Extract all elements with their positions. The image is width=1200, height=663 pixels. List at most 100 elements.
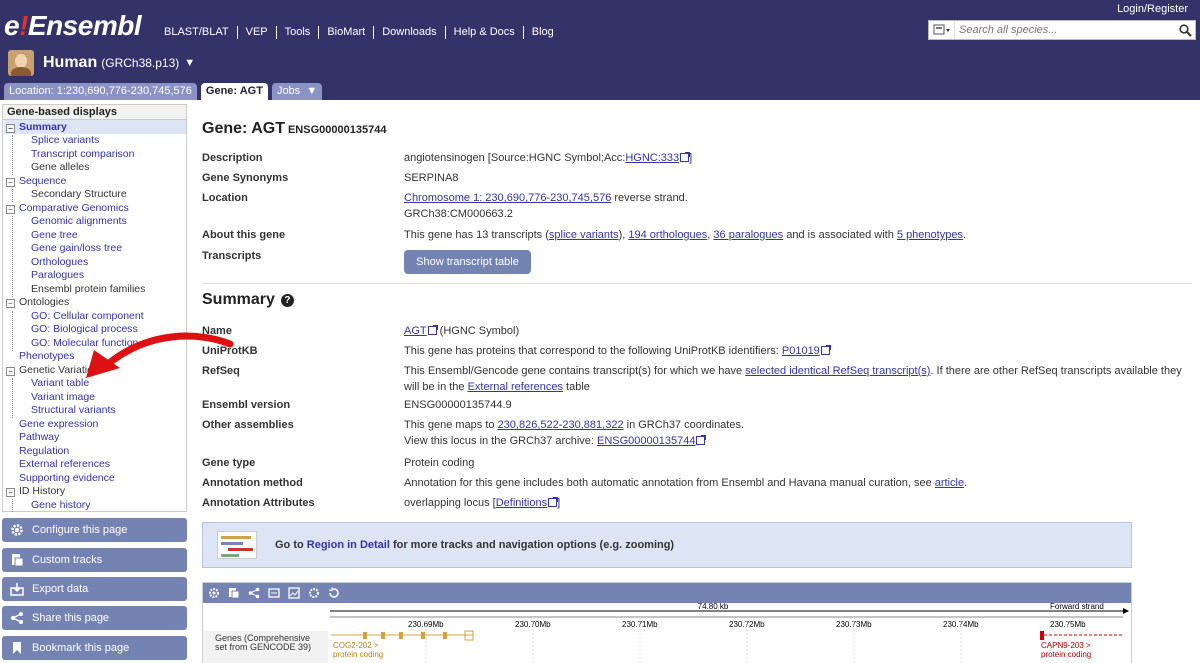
tab-location[interactable]: Location: 1:230,690,776-230,745,576 xyxy=(4,83,197,100)
region-in-detail-link[interactable]: Region in Detail xyxy=(307,539,390,551)
genome-browser-panel[interactable]: 74.80 kb Forward strand 230.69Mb 230.70M… xyxy=(202,582,1132,663)
paralogues-link[interactable]: 36 paralogues xyxy=(713,229,783,241)
tracks-icon xyxy=(10,553,24,567)
nav-gene-expression[interactable]: Gene expression xyxy=(19,418,98,431)
nav-supporting-evidence[interactable]: Supporting evidence xyxy=(19,472,115,485)
login-register-link[interactable]: Login/Register xyxy=(1117,3,1188,15)
tab-jobs[interactable]: Jobs ▼ xyxy=(271,83,323,100)
refseq-transcripts-link[interactable]: selected identical RefSeq transcript(s) xyxy=(745,365,930,377)
share-page-button[interactable]: Share this page xyxy=(2,606,187,630)
nav-structural-variants[interactable]: Structural variants xyxy=(31,404,116,417)
export-data-button[interactable]: Export data xyxy=(2,577,187,601)
nav-orthologues[interactable]: Orthologues xyxy=(31,256,88,269)
gear-icon[interactable] xyxy=(207,586,221,600)
share-icon[interactable] xyxy=(247,586,261,600)
gene-cog2[interactable]: COG2-202 > protein coding xyxy=(331,630,474,659)
collapse-icon[interactable]: − xyxy=(6,124,15,133)
hgnc-link[interactable]: HGNC:333 xyxy=(625,152,679,164)
search-input[interactable] xyxy=(955,24,1175,36)
nav-help-docs[interactable]: Help & Docs xyxy=(444,26,523,39)
tree-guide xyxy=(12,189,13,202)
nav-paralogues[interactable]: Paralogues xyxy=(31,269,84,282)
nav-downloads[interactable]: Downloads xyxy=(373,26,444,39)
nav-gene-tree[interactable]: Gene tree xyxy=(31,229,78,242)
collapse-icon[interactable]: − xyxy=(6,205,15,214)
nav-splice-variants[interactable]: Splice variants xyxy=(31,134,99,147)
svg-text:COG2-202 >: COG2-202 > xyxy=(333,641,379,650)
tab-gene[interactable]: Gene: AGT xyxy=(200,83,268,100)
external-link-icon xyxy=(427,325,438,335)
nav-ontologies[interactable]: − Ontologies xyxy=(6,296,69,309)
nav-genomic-alignments[interactable]: Genomic alignments xyxy=(31,215,127,228)
tracks-icon[interactable] xyxy=(227,586,241,600)
nav-phenotypes[interactable]: Phenotypes xyxy=(19,350,74,363)
nav-summary[interactable]: − Summary xyxy=(6,121,67,134)
nav-go-biological[interactable]: GO: Biological process xyxy=(31,323,138,336)
nav-id-history[interactable]: − ID History xyxy=(6,485,65,498)
settings-icon[interactable] xyxy=(307,586,321,600)
uniprot-link[interactable]: P01019 xyxy=(782,345,820,357)
nav-blast[interactable]: BLAST/BLAT xyxy=(160,26,237,39)
collapse-icon[interactable]: − xyxy=(6,299,15,308)
external-link-icon xyxy=(820,345,831,355)
nav-go-cellular[interactable]: GO: Cellular component xyxy=(31,310,144,323)
grch37-archive-link[interactable]: ENSG00000135744 xyxy=(597,435,695,447)
nav-pathway[interactable]: Pathway xyxy=(19,431,59,444)
chevron-down-icon: ▼ xyxy=(306,85,318,97)
help-icon[interactable]: ? xyxy=(280,293,294,307)
tree-guide xyxy=(12,499,13,512)
nav-vep[interactable]: VEP xyxy=(236,26,276,39)
collapse-icon[interactable]: − xyxy=(6,367,15,376)
show-transcript-table-button[interactable]: Show transcript table xyxy=(404,250,531,274)
species-icon xyxy=(933,24,950,35)
definitions-link[interactable]: Definitions xyxy=(496,497,547,509)
nav-gene-alleles: Gene alleles xyxy=(31,161,90,173)
collapse-icon[interactable]: − xyxy=(6,488,15,497)
search-species-select[interactable] xyxy=(929,21,955,39)
bookmark-icon xyxy=(10,641,24,655)
nav-title: Gene-based displays xyxy=(3,105,186,120)
search-icon[interactable] xyxy=(1175,21,1195,39)
nav-variant-table[interactable]: Variant table xyxy=(31,377,89,390)
nav-genetic-variation[interactable]: − Genetic Variation xyxy=(6,364,99,377)
tree-guide xyxy=(12,378,13,418)
gene-capn9[interactable]: CAPN9-203 > protein coding xyxy=(1040,631,1123,659)
agt-link[interactable]: AGT xyxy=(404,325,427,337)
configure-page-button[interactable]: Configure this page xyxy=(2,518,187,542)
nav-gene-history[interactable]: Gene history xyxy=(31,499,91,512)
nav-transcript-comparison[interactable]: Transcript comparison xyxy=(31,148,134,161)
genome-track-area[interactable]: 74.80 kb Forward strand 230.69Mb 230.70M… xyxy=(203,602,1132,663)
resize-icon[interactable] xyxy=(267,586,281,600)
export-icon xyxy=(10,582,24,596)
nav-gene-gain-loss-tree[interactable]: Gene gain/loss tree xyxy=(31,242,122,255)
splice-variants-link[interactable]: splice variants xyxy=(549,229,619,241)
chromosome-location-link[interactable]: Chromosome 1: 230,690,776-230,745,576 xyxy=(404,192,611,204)
species-selector[interactable]: Human (GRCh38.p13) ▼ xyxy=(8,50,195,76)
phenotypes-link[interactable]: 5 phenotypes xyxy=(897,229,963,241)
nav-tools[interactable]: Tools xyxy=(275,26,319,39)
nav-sequence[interactable]: − Sequence xyxy=(6,175,66,188)
nav-blog[interactable]: Blog xyxy=(522,26,562,39)
image-export-icon[interactable] xyxy=(287,586,301,600)
reset-icon[interactable] xyxy=(327,586,341,600)
tree-guide xyxy=(12,135,13,175)
top-nav: BLAST/BLAT VEP Tools BioMart Downloads H… xyxy=(160,26,562,39)
external-references-link[interactable]: External references xyxy=(468,381,563,393)
article-link[interactable]: article xyxy=(935,477,964,489)
nav-protein-families: Ensembl protein families xyxy=(31,283,146,295)
region-thumbnail[interactable] xyxy=(217,531,257,559)
nav-secondary-structure: Secondary Structure xyxy=(31,188,127,200)
bookmark-page-button[interactable]: Bookmark this page xyxy=(2,636,187,660)
nav-regulation[interactable]: Regulation xyxy=(19,445,69,458)
collapse-icon[interactable]: − xyxy=(6,178,15,187)
nav-variant-image[interactable]: Variant image xyxy=(31,391,95,404)
species-name: Human xyxy=(43,54,98,71)
custom-tracks-button[interactable]: Custom tracks xyxy=(2,548,187,572)
nav-comparative-genomics[interactable]: − Comparative Genomics xyxy=(6,202,129,215)
nav-go-molecular[interactable]: GO: Molecular function xyxy=(31,337,138,350)
orthologues-link[interactable]: 194 orthologues xyxy=(628,229,707,241)
grch37-coords-link[interactable]: 230,826,522-230,881,322 xyxy=(498,419,624,431)
nav-biomart[interactable]: BioMart xyxy=(318,26,373,39)
ensembl-logo[interactable]: e!Ensembl xyxy=(4,10,142,42)
nav-external-references[interactable]: External references xyxy=(19,458,110,471)
